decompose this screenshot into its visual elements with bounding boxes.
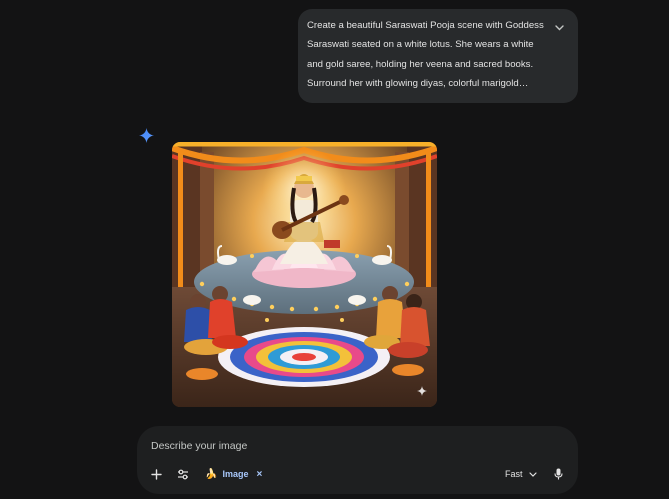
chevron-down-icon xyxy=(528,471,537,477)
add-button[interactable] xyxy=(149,467,163,481)
chevron-down-icon xyxy=(554,25,564,31)
mode-label: Fast xyxy=(505,469,523,479)
describe-image-input[interactable] xyxy=(151,438,531,454)
model-mode-selector[interactable]: Fast xyxy=(505,467,537,481)
microphone-button[interactable] xyxy=(551,467,565,481)
tools-button[interactable] xyxy=(176,467,190,481)
generated-image[interactable] xyxy=(172,142,437,407)
plus-icon xyxy=(150,468,162,480)
user-prompt-text: Create a beautiful Saraswati Pooja scene… xyxy=(307,20,544,90)
microphone-icon xyxy=(553,468,563,480)
banana-icon: 🍌 xyxy=(205,468,218,480)
gemini-sparkle-icon xyxy=(139,128,154,143)
prompt-composer: 🍌 Image × Fast xyxy=(137,426,578,494)
image-tool-chip[interactable]: 🍌 Image × xyxy=(205,467,262,481)
tune-icon xyxy=(178,469,188,479)
image-tool-label: Image xyxy=(222,469,249,479)
expand-prompt-button[interactable] xyxy=(554,23,564,33)
remove-image-tool-button[interactable]: × xyxy=(256,469,262,480)
user-prompt-bubble: Create a beautiful Saraswati Pooja scene… xyxy=(298,9,578,103)
